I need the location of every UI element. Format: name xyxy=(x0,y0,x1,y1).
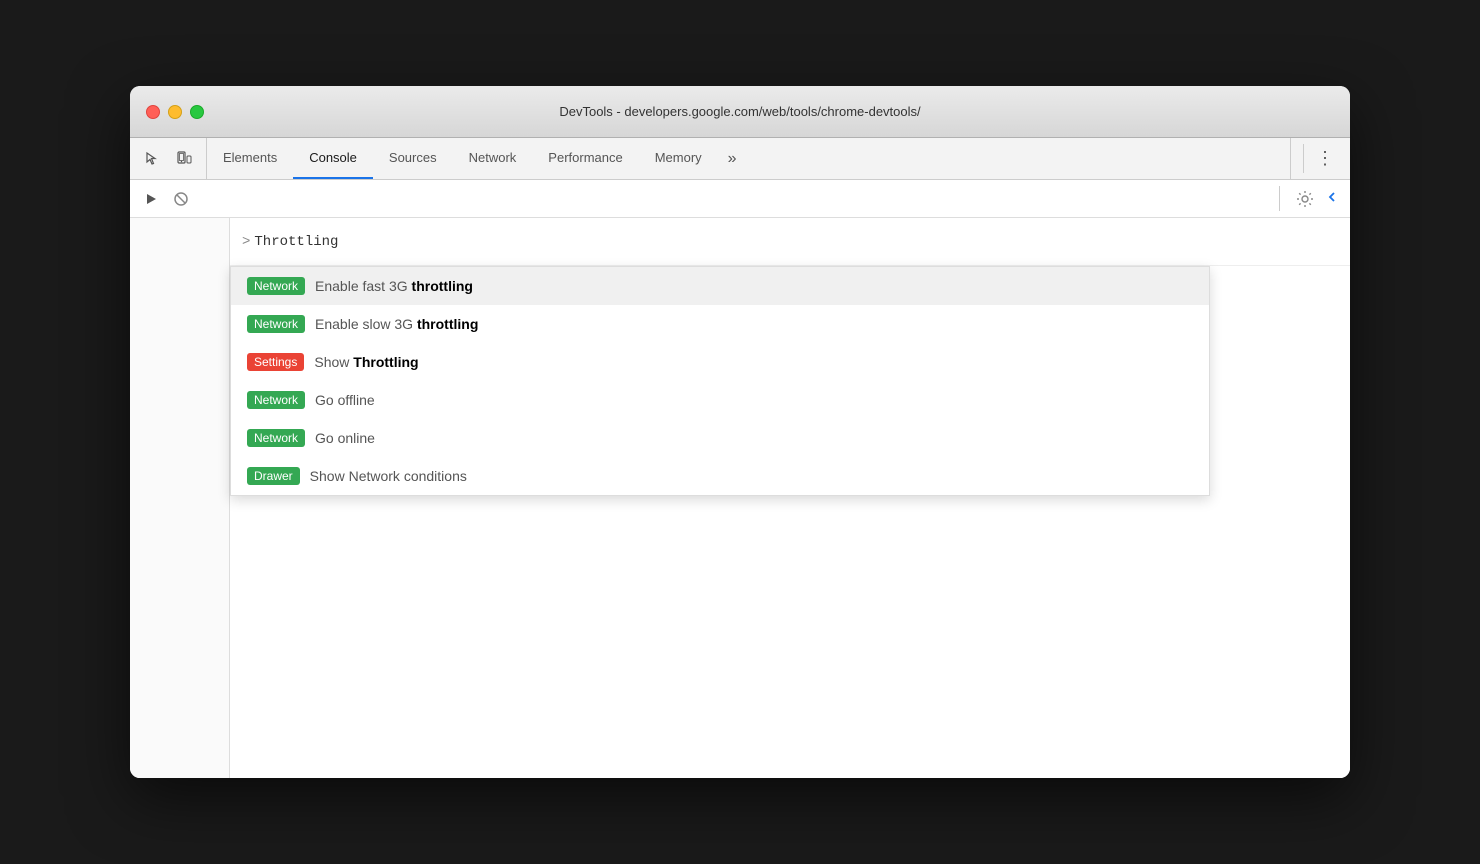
badge-network-2: Network xyxy=(247,315,305,333)
maximize-button[interactable] xyxy=(190,105,204,119)
stop-button[interactable] xyxy=(168,186,194,212)
tab-console[interactable]: Console xyxy=(293,138,373,179)
suggestion-item[interactable]: Network Enable fast 3G throttling xyxy=(231,267,1209,305)
suggestion-text-1: Enable fast 3G throttling xyxy=(315,278,473,294)
suggestion-item[interactable]: Network Go offline xyxy=(231,381,1209,419)
suggestion-text-5: Go online xyxy=(315,430,375,446)
command-prompt: > xyxy=(242,234,250,250)
suggestion-item[interactable]: Network Enable slow 3G throttling xyxy=(231,305,1209,343)
tab-sources[interactable]: Sources xyxy=(373,138,453,179)
inspect-element-button[interactable] xyxy=(138,145,166,173)
more-tabs-button[interactable]: » xyxy=(718,138,747,179)
suggestion-item[interactable]: Drawer Show Network conditions xyxy=(231,457,1209,495)
sidebar xyxy=(130,218,230,778)
toolbar-icons xyxy=(130,138,207,179)
close-button[interactable] xyxy=(146,105,160,119)
badge-network-4: Network xyxy=(247,391,305,409)
tab-bar: Elements Console Sources Network Perform… xyxy=(130,138,1350,180)
secondary-toolbar xyxy=(130,180,1350,218)
tabs-container: Elements Console Sources Network Perform… xyxy=(207,138,749,179)
badge-network-5: Network xyxy=(247,429,305,447)
main-area: > Throttling Network Enable fast 3G thro… xyxy=(130,218,1350,778)
tab-performance[interactable]: Performance xyxy=(532,138,638,179)
tab-elements[interactable]: Elements xyxy=(207,138,293,179)
suggestion-text-2: Enable slow 3G throttling xyxy=(315,316,478,332)
tab-spacer xyxy=(749,138,1291,179)
window-title: DevTools - developers.google.com/web/too… xyxy=(559,104,920,119)
suggestion-item[interactable]: Settings Show Throttling xyxy=(231,343,1209,381)
command-input-wrapper: > Throttling xyxy=(230,218,1350,266)
suggestion-text-3: Show Throttling xyxy=(314,354,418,370)
traffic-lights xyxy=(146,105,204,119)
badge-network-1: Network xyxy=(247,277,305,295)
content-area: > Throttling Network Enable fast 3G thro… xyxy=(230,218,1350,778)
suggestion-text-6: Show Network conditions xyxy=(310,468,467,484)
devtools-window: DevTools - developers.google.com/web/too… xyxy=(130,86,1350,778)
tab-divider xyxy=(1303,144,1304,173)
title-bar: DevTools - developers.google.com/web/too… xyxy=(130,86,1350,138)
more-options-button[interactable]: ⋮ xyxy=(1308,144,1342,173)
tab-bar-right: ⋮ xyxy=(1290,138,1350,179)
minimize-button[interactable] xyxy=(168,105,182,119)
devtools-body: Elements Console Sources Network Perform… xyxy=(130,138,1350,778)
collapse-button[interactable] xyxy=(1322,186,1342,212)
suggestions-dropdown: Network Enable fast 3G throttling Networ… xyxy=(230,266,1210,496)
tab-memory[interactable]: Memory xyxy=(639,138,718,179)
command-text[interactable]: Throttling xyxy=(254,234,338,250)
device-toggle-button[interactable] xyxy=(170,145,198,173)
secondary-divider xyxy=(1279,186,1280,212)
badge-drawer-6: Drawer xyxy=(247,467,300,485)
suggestion-item[interactable]: Network Go online xyxy=(231,419,1209,457)
badge-settings-3: Settings xyxy=(247,353,304,371)
run-button[interactable] xyxy=(138,186,164,212)
tab-network[interactable]: Network xyxy=(453,138,533,179)
settings-button[interactable] xyxy=(1292,186,1318,212)
suggestion-text-4: Go offline xyxy=(315,392,375,408)
